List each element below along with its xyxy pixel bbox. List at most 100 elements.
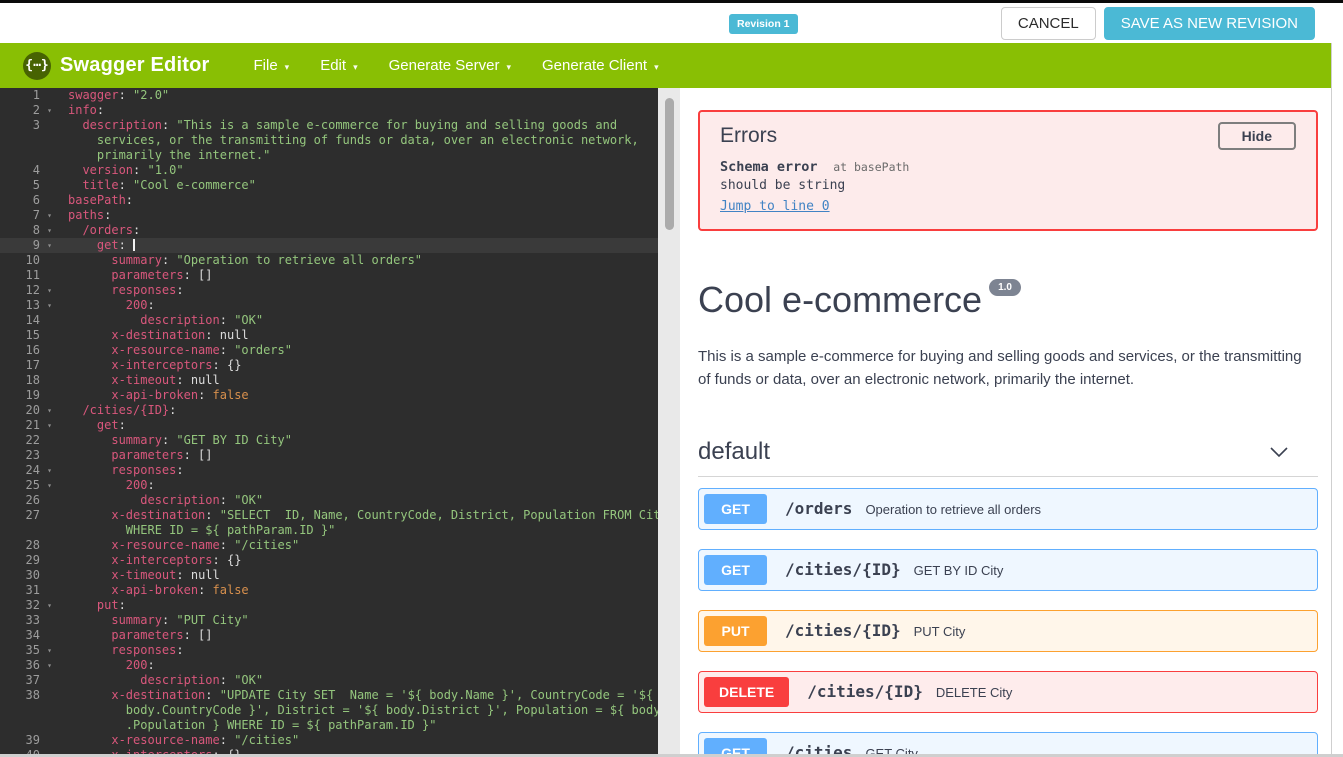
code-line[interactable]: 34 parameters: [] <box>0 628 658 643</box>
menu-label: Generate Server <box>389 57 500 74</box>
code-line[interactable]: 33 summary: "PUT City" <box>0 613 658 628</box>
line-number: 10 <box>0 253 54 268</box>
fold-arrow-icon[interactable]: ▾ <box>47 478 52 493</box>
menu-generate-client[interactable]: Generate Client▾ <box>542 57 659 74</box>
code-line[interactable]: 7▾paths: <box>0 208 658 223</box>
code-text: info: <box>54 103 104 118</box>
code-line[interactable]: 14 description: "OK" <box>0 313 658 328</box>
code-text: services, or the transmitting of funds o… <box>54 133 639 148</box>
fold-arrow-icon[interactable]: ▾ <box>47 298 52 313</box>
code-line[interactable]: 31 x-api-broken: false <box>0 583 658 598</box>
code-line[interactable]: 11 parameters: [] <box>0 268 658 283</box>
fold-arrow-icon[interactable]: ▾ <box>47 103 52 118</box>
code-line[interactable]: 13▾ 200: <box>0 298 658 313</box>
code-line[interactable]: 39 x-resource-name: "/cities" <box>0 733 658 748</box>
code-line[interactable]: 23 parameters: [] <box>0 448 658 463</box>
fold-arrow-icon[interactable]: ▾ <box>47 463 52 478</box>
code-line[interactable]: primarily the internet." <box>0 148 658 163</box>
code-line[interactable]: 27 x-destination: "SELECT ID, Name, Coun… <box>0 508 658 523</box>
line-number: 21▾ <box>0 418 54 433</box>
code-line[interactable]: 4 version: "1.0" <box>0 163 658 178</box>
editor-scrollbar[interactable] <box>658 88 680 757</box>
menu-edit[interactable]: Edit▾ <box>320 57 357 74</box>
fold-arrow-icon[interactable]: ▾ <box>47 238 52 253</box>
code-line[interactable]: .Population } WHERE ID = ${ pathParam.ID… <box>0 718 658 733</box>
code-line[interactable]: 28 x-resource-name: "/cities" <box>0 538 658 553</box>
code-line[interactable]: 22 summary: "GET BY ID City" <box>0 433 658 448</box>
code-line[interactable]: 3 description: "This is a sample e-comme… <box>0 118 658 133</box>
code-line[interactable]: 24▾ responses: <box>0 463 658 478</box>
fold-arrow-icon[interactable]: ▾ <box>47 283 52 298</box>
line-number: 34 <box>0 628 54 643</box>
fold-arrow-icon[interactable]: ▾ <box>47 643 52 658</box>
line-number: 39 <box>0 733 54 748</box>
code-line[interactable]: 35▾ responses: <box>0 643 658 658</box>
line-number: 23 <box>0 448 54 463</box>
menu-generate-server[interactable]: Generate Server▾ <box>389 57 511 74</box>
line-number: 2▾ <box>0 103 54 118</box>
line-number: 8▾ <box>0 223 54 238</box>
fold-arrow-icon[interactable]: ▾ <box>47 403 52 418</box>
code-text: responses: <box>54 283 184 298</box>
code-line[interactable]: 26 description: "OK" <box>0 493 658 508</box>
code-text: description: "OK" <box>54 673 263 688</box>
code-line[interactable]: 36▾ 200: <box>0 658 658 673</box>
code-editor[interactable]: 1swagger: "2.0"2▾info:3 description: "Th… <box>0 88 658 757</box>
operation-put-cities-ID[interactable]: PUT/cities/{ID}PUT City <box>698 610 1318 652</box>
code-text: paths: <box>54 208 111 223</box>
code-line[interactable]: 19 x-api-broken: false <box>0 388 658 403</box>
fold-arrow-icon[interactable]: ▾ <box>47 208 52 223</box>
code-line[interactable]: services, or the transmitting of funds o… <box>0 133 658 148</box>
code-line[interactable]: 8▾ /orders: <box>0 223 658 238</box>
section-default-header[interactable]: default <box>698 438 1318 477</box>
fold-arrow-icon[interactable]: ▾ <box>47 418 52 433</box>
code-line[interactable]: WHERE ID = ${ pathParam.ID }" <box>0 523 658 538</box>
code-line[interactable]: 25▾ 200: <box>0 478 658 493</box>
code-line[interactable]: 18 x-timeout: null <box>0 373 658 388</box>
jump-to-line-link[interactable]: Jump to line 0 <box>720 199 830 214</box>
code-line[interactable]: 10 summary: "Operation to retrieve all o… <box>0 253 658 268</box>
operation-path: /cities/{ID} <box>807 682 923 701</box>
code-text: summary: "PUT City" <box>54 613 249 628</box>
page-scrollbar[interactable] <box>1331 43 1343 757</box>
swagger-editor-window: Revision 1 CANCEL SAVE AS NEW REVISION {… <box>0 0 1343 757</box>
code-text: 200: <box>54 478 155 493</box>
code-line[interactable]: 15 x-destination: null <box>0 328 658 343</box>
code-line[interactable]: 38 x-destination: "UPDATE City SET Name … <box>0 688 658 703</box>
operation-get-orders[interactable]: GET/ordersOperation to retrieve all orde… <box>698 488 1318 530</box>
code-line[interactable]: 17 x-interceptors: {} <box>0 358 658 373</box>
code-line[interactable]: 30 x-timeout: null <box>0 568 658 583</box>
line-number: 15 <box>0 328 54 343</box>
code-text: 200: <box>54 298 155 313</box>
code-line[interactable]: 37 description: "OK" <box>0 673 658 688</box>
line-number: 26 <box>0 493 54 508</box>
api-title-row: Cool e-commerce1.0 <box>698 279 1320 321</box>
fold-arrow-icon[interactable]: ▾ <box>47 223 52 238</box>
code-line[interactable]: 9▾ get: <box>0 238 658 253</box>
code-text: get: <box>54 418 126 433</box>
code-line[interactable]: 6basePath: <box>0 193 658 208</box>
operation-get-cities-ID[interactable]: GET/cities/{ID}GET BY ID City <box>698 549 1318 591</box>
fold-arrow-icon[interactable]: ▾ <box>47 598 52 613</box>
fold-arrow-icon[interactable]: ▾ <box>47 658 52 673</box>
code-line[interactable]: 2▾info: <box>0 103 658 118</box>
hide-errors-button[interactable]: Hide <box>1218 122 1296 150</box>
menu-file[interactable]: File▾ <box>254 57 290 74</box>
editor-scrollbar-thumb[interactable] <box>665 98 674 230</box>
code-line[interactable]: 5 title: "Cool e-commerce" <box>0 178 658 193</box>
code-line[interactable]: 16 x-resource-name: "orders" <box>0 343 658 358</box>
code-line[interactable]: body.CountryCode }', District = '${ body… <box>0 703 658 718</box>
line-number: 32▾ <box>0 598 54 613</box>
code-line[interactable]: 29 x-interceptors: {} <box>0 553 658 568</box>
operation-delete-cities-ID[interactable]: DELETE/cities/{ID}DELETE City <box>698 671 1318 713</box>
code-text: x-resource-name: "/cities" <box>54 538 299 553</box>
save-as-new-revision-button[interactable]: SAVE AS NEW REVISION <box>1104 7 1315 40</box>
code-line[interactable]: 20▾ /cities/{ID}: <box>0 403 658 418</box>
code-line[interactable]: 1swagger: "2.0" <box>0 88 658 103</box>
code-text: title: "Cool e-commerce" <box>54 178 256 193</box>
code-text: responses: <box>54 463 184 478</box>
code-line[interactable]: 12▾ responses: <box>0 283 658 298</box>
code-line[interactable]: 32▾ put: <box>0 598 658 613</box>
code-line[interactable]: 21▾ get: <box>0 418 658 433</box>
cancel-button[interactable]: CANCEL <box>1001 7 1096 40</box>
